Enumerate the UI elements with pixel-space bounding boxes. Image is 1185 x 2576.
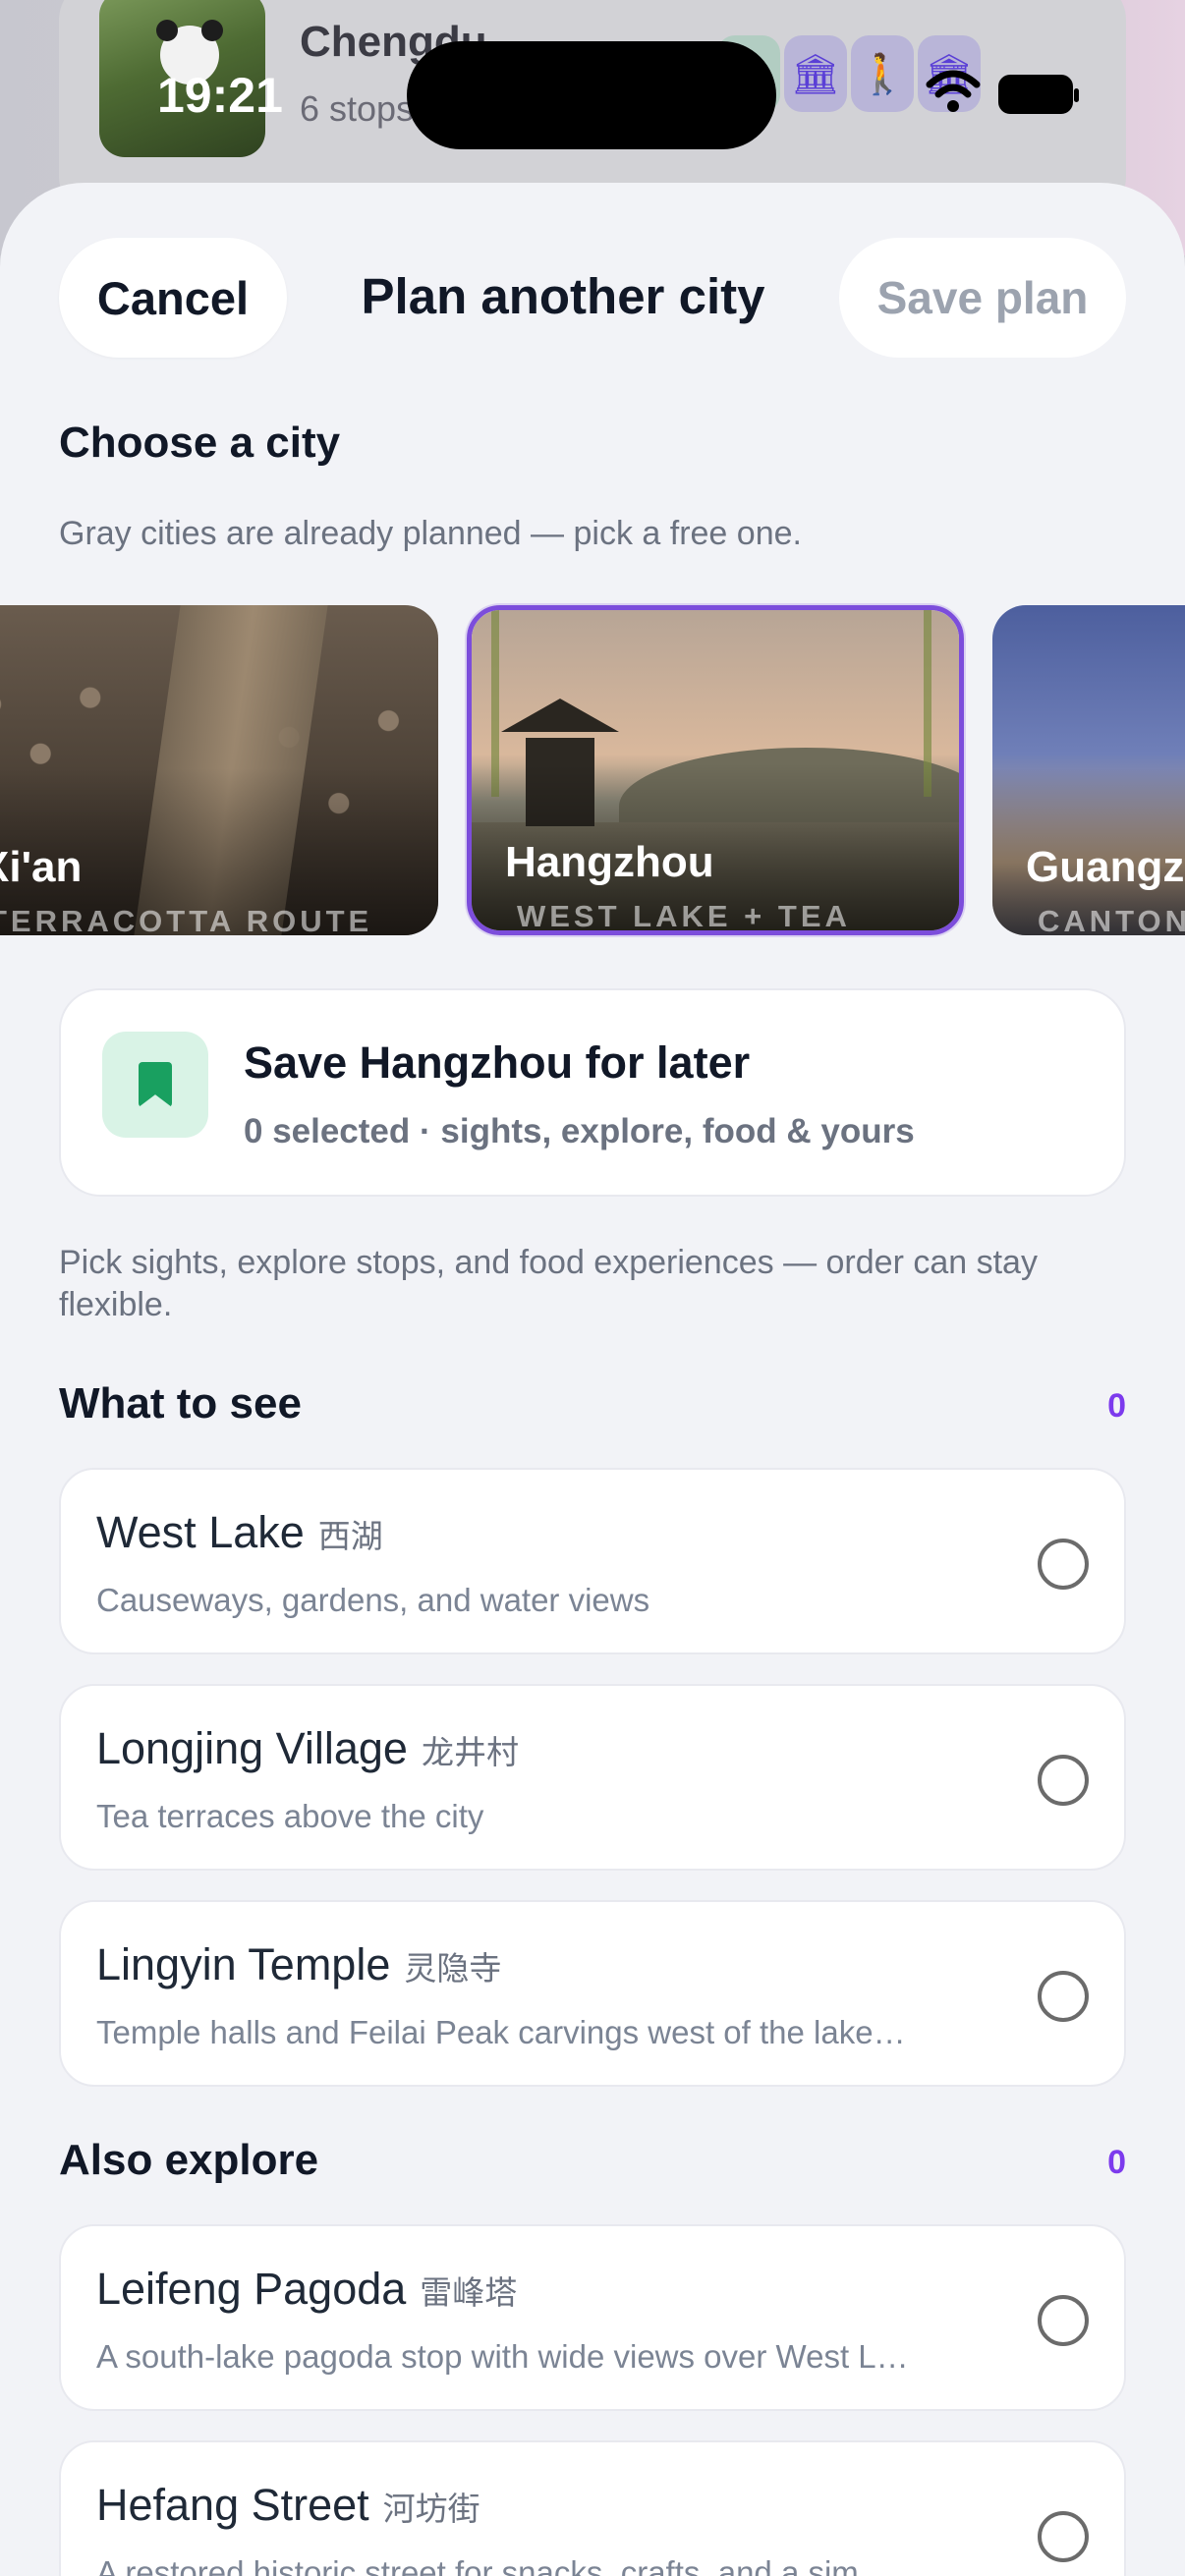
city-card-guangzhou[interactable]: Guangzhou CANTON [992, 605, 1185, 935]
explore-item-hefang-street[interactable]: Hefang Street 河坊街 A restored historic str… [59, 2440, 1126, 2576]
walking-icon: 🚶 [851, 35, 914, 112]
plan-city-sheet: Cancel Plan another city Save plan Choos… [0, 183, 1185, 2576]
item-description: A restored historic street for snacks, c… [96, 2554, 891, 2576]
choose-city-heading: Choose a city [59, 419, 341, 467]
item-description: Causeways, gardens, and water views [96, 1582, 650, 1618]
city-card-hangzhou[interactable]: Hangzhou WEST LAKE + TEA [467, 605, 964, 935]
select-radio[interactable] [1038, 1539, 1089, 1590]
sight-item-lingyin-temple[interactable]: Lingyin Temple 灵隐寺 Temple halls and Feila… [59, 1900, 1126, 2087]
item-name: West Lake [96, 1507, 305, 1557]
sight-item-west-lake[interactable]: West Lake 西湖 Causeways, gardens, and wate… [59, 1468, 1126, 1654]
dynamic-island [407, 41, 776, 149]
battery-icon [998, 75, 1079, 114]
also-explore-count: 0 [1107, 2144, 1126, 2181]
item-name-cn: 西湖 [317, 1518, 383, 1554]
city-card-xian[interactable]: Xi'an TERRACOTTA ROUTE [0, 605, 438, 935]
city-tagline: CANTON [1038, 904, 1185, 935]
wifi-icon [926, 70, 981, 112]
city-carousel[interactable]: Xi'an TERRACOTTA ROUTE Hangzhou WEST LAK… [0, 599, 1185, 935]
item-description: A south-lake pagoda stop with wide views… [96, 2338, 909, 2375]
item-name: Lingyin Temple [96, 1939, 391, 1989]
status-time: 19:21 [157, 68, 283, 123]
select-radio[interactable] [1038, 1971, 1089, 2022]
save-card-subtitle: 0 selected · sights, explore, food & you… [244, 1112, 915, 1150]
item-name: Leifeng Pagoda [96, 2264, 407, 2314]
what-to-see-heading: What to see [59, 1379, 302, 1428]
select-radio[interactable] [1038, 2295, 1089, 2346]
item-name-cn: 河坊街 [382, 2491, 480, 2527]
item-name-cn: 雷峰塔 [420, 2274, 518, 2311]
museum-icon: 🏛 [784, 35, 847, 112]
city-name: Hangzhou [505, 838, 714, 886]
city-tagline: TERRACOTTA ROUTE [0, 904, 373, 935]
item-description: Tea terraces above the city [96, 1798, 484, 1834]
city-tagline: WEST LAKE + TEA [517, 899, 851, 933]
city-name: Xi'an [0, 843, 83, 891]
save-plan-button[interactable]: Save plan [839, 238, 1126, 358]
item-name: Longjing Village [96, 1723, 408, 1773]
item-description: Temple halls and Feilai Peak carvings we… [96, 2014, 906, 2050]
what-to-see-count: 0 [1107, 1387, 1126, 1425]
choose-city-helper: Gray cities are already planned — pick a… [59, 515, 802, 552]
also-explore-heading: Also explore [59, 2136, 319, 2184]
select-radio[interactable] [1038, 1755, 1089, 1806]
background-card-subtitle: 6 stops [300, 88, 415, 129]
explore-item-leifeng-pagoda[interactable]: Leifeng Pagoda 雷峰塔 A south-lake pagoda st… [59, 2224, 1126, 2411]
intro-text: Pick sights, explore stops, and food exp… [59, 1244, 1038, 1323]
item-name-cn: 灵隐寺 [404, 1950, 502, 1987]
bookmark-icon [139, 1062, 172, 1107]
city-name: Guangzhou [1026, 843, 1185, 891]
sight-item-longjing-village[interactable]: Longjing Village 龙井村 Tea terraces above t… [59, 1684, 1126, 1871]
save-for-later-card[interactable]: Save Hangzhou for later 0 selected · sig… [59, 988, 1126, 1197]
item-name-cn: 龙井村 [421, 1734, 519, 1770]
save-card-title: Save Hangzhou for later [244, 1037, 751, 1088]
item-name: Hefang Street [96, 2480, 369, 2530]
select-radio[interactable] [1038, 2511, 1089, 2562]
